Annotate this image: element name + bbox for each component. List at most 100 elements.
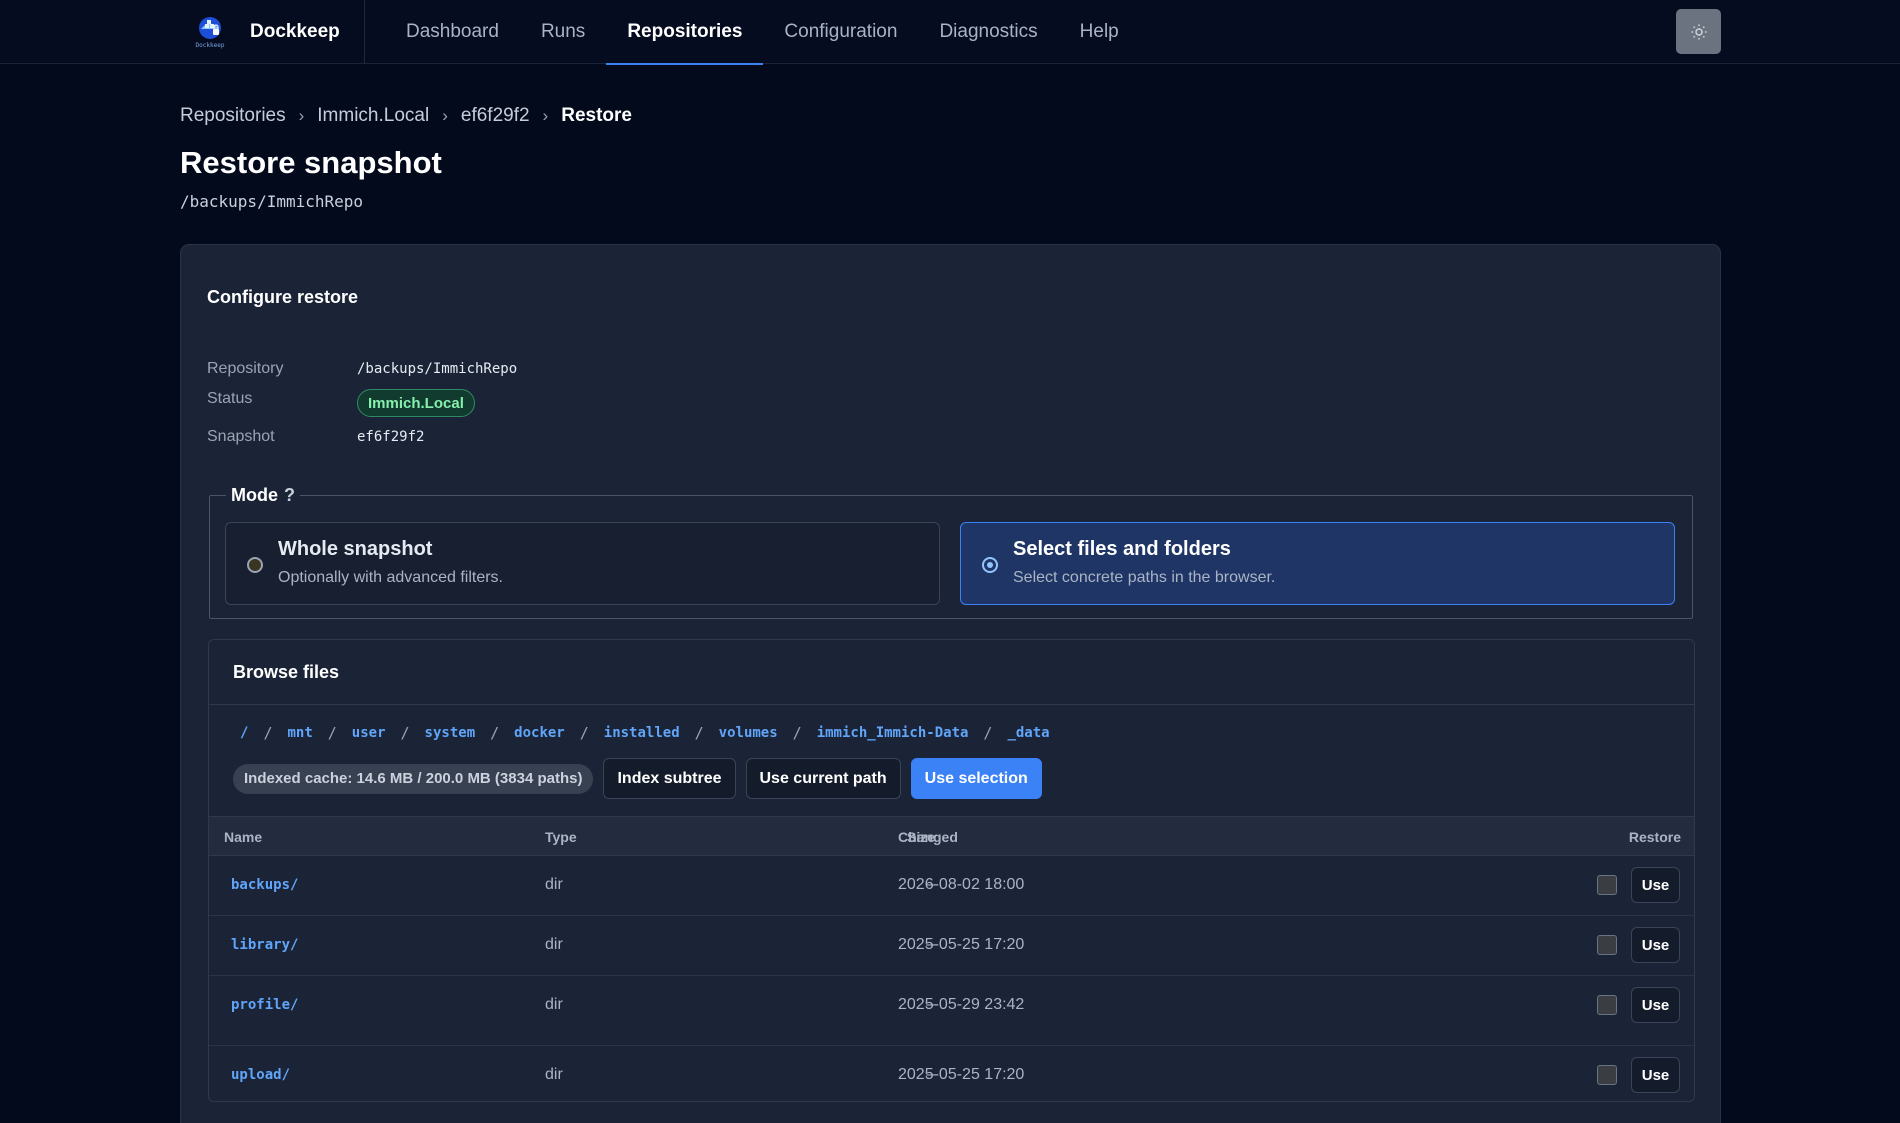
- row-restore-checkbox[interactable]: [1597, 935, 1617, 955]
- nav-diagnostics[interactable]: Diagnostics: [918, 0, 1058, 64]
- breadcrumb-repo[interactable]: Immich.Local: [317, 105, 429, 127]
- table-row: profile/ dir – 2025-05-29 23:42 Use: [209, 976, 1694, 1046]
- whole-snapshot-radio[interactable]: [247, 557, 263, 573]
- column-restore: Restore: [1628, 829, 1681, 845]
- option-description: Optionally with advanced filters.: [278, 569, 503, 586]
- index-subtree-button[interactable]: Index subtree: [603, 758, 736, 799]
- path-separator: /: [792, 724, 802, 742]
- column-changed: Changed: [898, 829, 958, 845]
- row-type: dir: [545, 876, 563, 893]
- nav-runs[interactable]: Runs: [520, 0, 606, 64]
- page-title: Restore snapshot: [180, 145, 442, 180]
- row-changed: 2026-08-02 18:00: [898, 876, 1025, 893]
- row-name-link[interactable]: library/: [231, 937, 298, 953]
- path-segment[interactable]: immich_Immich-Data: [817, 725, 969, 741]
- cache-status-chip: Indexed cache: 14.6 MB / 200.0 MB (3834 …: [233, 763, 594, 794]
- select-files-radio[interactable]: [982, 557, 998, 573]
- breadcrumb-separator-icon: ›: [542, 106, 549, 125]
- status-badge: Immich.Local: [357, 389, 475, 417]
- breadcrumb-snapshot[interactable]: ef6f29f2: [461, 105, 530, 127]
- mode-option-whole-snapshot[interactable]: Whole snapshot Optionally with advanced …: [225, 522, 940, 605]
- status-label: Status: [207, 390, 253, 407]
- path-separator: /: [490, 724, 500, 742]
- path-separator: /: [327, 724, 337, 742]
- path-separator: /: [400, 724, 410, 742]
- mode-legend-label: Mode: [231, 485, 278, 505]
- path-segment[interactable]: docker: [514, 725, 565, 741]
- breadcrumb-repositories[interactable]: Repositories: [180, 105, 286, 127]
- path-segment[interactable]: mnt: [287, 725, 312, 741]
- row-use-button[interactable]: Use: [1631, 927, 1680, 963]
- row-name-link[interactable]: upload/: [231, 1067, 290, 1083]
- theme-toggle-button[interactable]: [1676, 9, 1721, 54]
- nav-configuration[interactable]: Configuration: [763, 0, 918, 64]
- browse-files-panel: Browse files / / mnt / user / system / d…: [208, 639, 1695, 1102]
- path-separator: /: [694, 724, 704, 742]
- brand[interactable]: Dockkeep Dockkeep: [190, 8, 340, 56]
- snapshot-label: Snapshot: [207, 428, 275, 445]
- page-subtitle: /backups/ImmichRepo: [180, 192, 364, 211]
- mode-help-icon[interactable]: ?: [284, 485, 295, 505]
- breadcrumb-separator-icon: ›: [442, 106, 448, 125]
- path-separator: /: [579, 724, 589, 742]
- row-restore-checkbox[interactable]: [1597, 1065, 1617, 1085]
- path-segment[interactable]: system: [425, 725, 476, 741]
- use-selection-button[interactable]: Use selection: [910, 758, 1042, 799]
- path-separator: /: [263, 724, 273, 742]
- table-row: upload/ dir – 2025-05-25 17:20 Use: [209, 1046, 1694, 1101]
- top-navbar: Dockkeep Dockkeep Dashboard Runs Reposit…: [0, 0, 1900, 65]
- configure-restore-card: Configure restore Repository /backups/Im…: [180, 244, 1721, 1123]
- mode-legend: Mode?: [226, 485, 300, 506]
- snapshot-value: ef6f29f2: [357, 429, 425, 445]
- browse-header: Browse files: [209, 640, 1694, 705]
- nav-help[interactable]: Help: [1059, 0, 1140, 64]
- mode-option-select-files[interactable]: Select files and folders Select concrete…: [960, 522, 1675, 605]
- row-name-link[interactable]: profile/: [231, 997, 298, 1013]
- use-current-path-button[interactable]: Use current path: [745, 758, 901, 799]
- browse-title: Browse files: [233, 662, 340, 682]
- path-segment[interactable]: user: [352, 725, 386, 741]
- sun-icon: [1691, 24, 1706, 39]
- row-restore-checkbox[interactable]: [1597, 995, 1617, 1015]
- app-name: Dockkeep: [250, 21, 340, 42]
- logo-caption: Dockkeep: [195, 42, 225, 49]
- nav-dashboard[interactable]: Dashboard: [385, 0, 520, 64]
- path-segment[interactable]: _data: [1007, 725, 1049, 741]
- row-name-link[interactable]: backups/: [231, 877, 298, 893]
- browse-toolbar: Indexed cache: 14.6 MB / 200.0 MB (3834 …: [233, 758, 1042, 799]
- card-title: Configure restore: [207, 287, 359, 307]
- path-breadcrumb: / / mnt / user / system / docker / insta…: [240, 724, 1050, 742]
- row-changed: 2025-05-29 23:42: [898, 996, 1025, 1013]
- path-root[interactable]: /: [240, 725, 248, 741]
- breadcrumb: Repositories › Immich.Local › ef6f29f2 ›…: [180, 105, 632, 127]
- main-nav: Dashboard Runs Repositories Configuratio…: [385, 0, 1140, 65]
- row-changed: 2025-05-25 17:20: [898, 1066, 1025, 1083]
- row-type: dir: [545, 1066, 563, 1083]
- nav-repositories[interactable]: Repositories: [606, 0, 764, 65]
- row-use-button[interactable]: Use: [1631, 987, 1680, 1023]
- breadcrumb-current: Restore: [561, 105, 632, 126]
- brand-divider: [364, 0, 365, 64]
- column-name: Name: [224, 829, 263, 845]
- option-title: Select files and folders: [1013, 538, 1231, 560]
- column-type: Type: [545, 829, 577, 845]
- row-restore-checkbox[interactable]: [1597, 875, 1617, 895]
- path-segment[interactable]: volumes: [719, 725, 778, 741]
- repository-value: /backups/ImmichRepo: [357, 361, 518, 377]
- table-row: library/ dir – 2025-05-25 17:20 Use: [209, 916, 1694, 976]
- row-type: dir: [545, 996, 563, 1013]
- row-type: dir: [545, 936, 563, 953]
- table-header: Name Type Size Changed Restore: [209, 816, 1694, 856]
- table-row: backups/ dir – 2026-08-02 18:00 Use: [209, 856, 1694, 916]
- path-segment[interactable]: installed: [604, 725, 680, 741]
- row-changed: 2025-05-25 17:20: [898, 936, 1025, 953]
- mode-fieldset: Mode? Whole snapshot Optionally with adv…: [209, 485, 1693, 619]
- option-title: Whole snapshot: [278, 538, 433, 560]
- row-use-button[interactable]: Use: [1631, 1057, 1680, 1093]
- repository-label: Repository: [207, 360, 284, 377]
- row-use-button[interactable]: Use: [1631, 867, 1680, 903]
- option-description: Select concrete paths in the browser.: [1013, 569, 1276, 586]
- breadcrumb-separator-icon: ›: [298, 106, 305, 125]
- dockkeep-logo-icon: Dockkeep: [190, 12, 230, 52]
- path-separator: /: [983, 724, 993, 742]
